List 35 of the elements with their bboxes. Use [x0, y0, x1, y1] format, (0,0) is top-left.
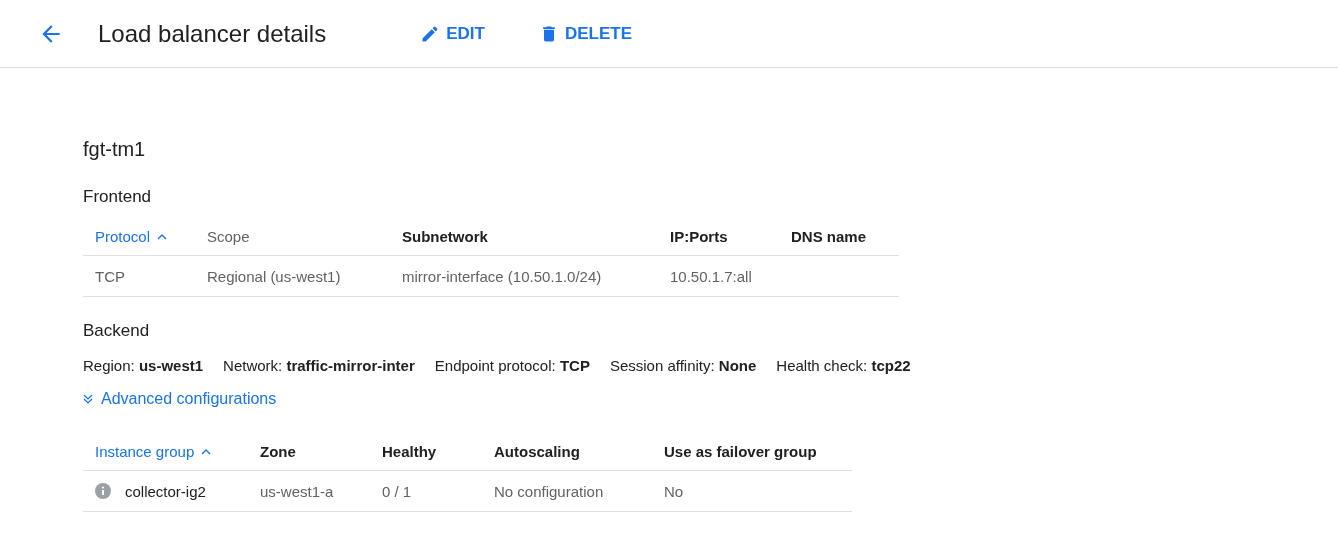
- column-header: IP:Ports: [658, 217, 779, 256]
- property-text: Network: traffic-mirror-inter: [223, 357, 415, 374]
- column-header: Use as failover group: [652, 432, 852, 471]
- section-heading: Frontend: [83, 187, 152, 207]
- table-cell: collector-ig2: [125, 482, 206, 500]
- column-header: Zone: [248, 432, 370, 471]
- edit-button[interactable]: EDIT: [414, 19, 491, 48]
- column-header: Scope: [195, 217, 390, 256]
- column-header: Autoscaling: [482, 432, 652, 471]
- page-title: Load balancer details: [98, 19, 327, 48]
- column-header: Subnetwork: [390, 217, 658, 256]
- table-cell: No configuration: [482, 471, 652, 512]
- column-header[interactable]: Protocol: [83, 217, 195, 256]
- property-text: Session affinity: None: [609, 357, 757, 374]
- table-cell: Regional (us-west1): [195, 256, 390, 297]
- table-cell: mirror-interface (10.50.1.0/24): [390, 256, 658, 297]
- table-cell: TCP: [83, 256, 195, 297]
- table-cell: 0 / 1: [370, 471, 482, 512]
- advanced-configurations-link[interactable]: Advanced configurations: [83, 390, 277, 408]
- table-cell: 10.50.1.7:all: [658, 256, 779, 297]
- column-header[interactable]: Instance group: [83, 432, 248, 471]
- delete-button[interactable]: DELETE: [532, 18, 638, 49]
- expand-icon: [83, 394, 93, 404]
- section-heading: Backend: [83, 321, 150, 341]
- column-header: Healthy: [370, 432, 482, 471]
- property-text: Endpoint protocol: TCP: [434, 357, 590, 374]
- info-icon: [95, 483, 111, 499]
- load-balancer-name: fgt-tm1: [83, 138, 146, 161]
- sort-up-icon: [157, 232, 168, 240]
- sort-up-icon: [201, 447, 212, 455]
- table-cell: No: [652, 471, 852, 512]
- property-text: Region: us-west1: [83, 357, 204, 374]
- property-text: Health check: tcp22: [776, 357, 911, 374]
- column-header: DNS name: [779, 217, 899, 256]
- table-cell: us-west1-a: [248, 471, 370, 512]
